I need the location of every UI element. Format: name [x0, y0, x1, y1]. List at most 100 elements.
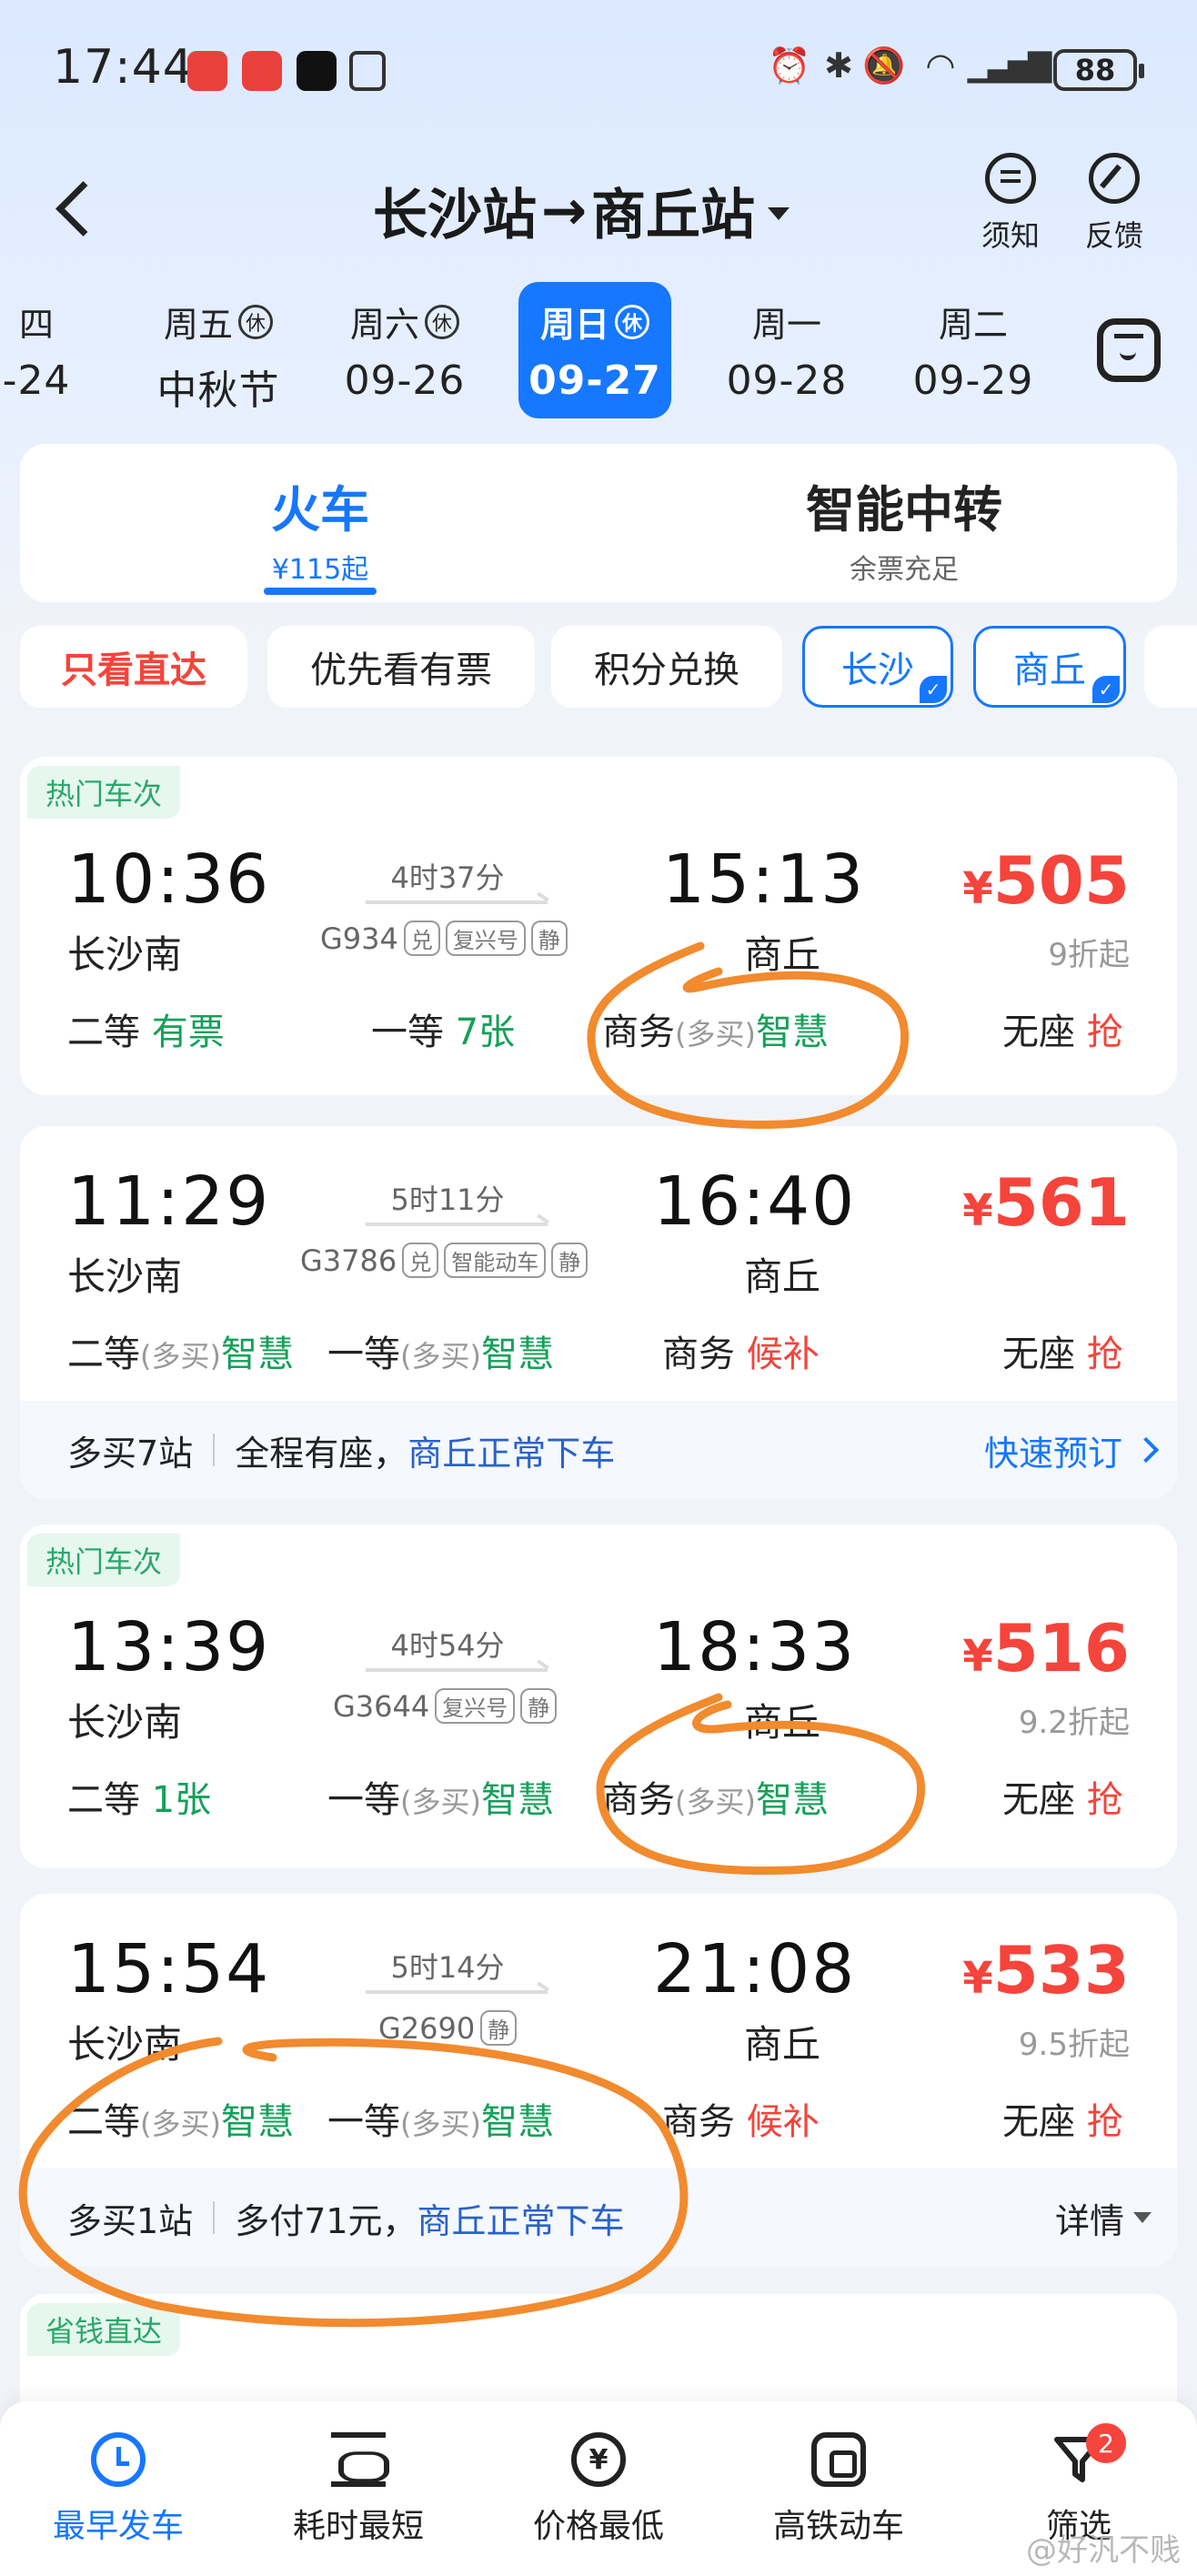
dewu-app-icon	[297, 51, 337, 91]
train-card[interactable]: 11:29 长沙南 5时11分 G3786 兑 智能动车 静 16:40 商丘 …	[20, 1126, 1177, 1499]
train-number: G2690	[378, 2010, 476, 2046]
departure-station: 长沙南	[67, 932, 183, 977]
date-label: 中秋节	[156, 367, 280, 414]
seat-first-class: 一等 7张	[371, 1011, 516, 1053]
save-money-tag: 省钱直达	[27, 2303, 181, 2356]
train-card[interactable]: 15:54 长沙南 5时14分 G2690 静 21:08 商丘 ¥533 9.…	[20, 1894, 1177, 2267]
train-number-row: G3644 复兴号 静	[333, 1688, 558, 1724]
notice-icon	[985, 153, 1036, 204]
route-selector[interactable]: 长沙站 → 商丘站	[373, 171, 790, 250]
currency-symbol: ¥	[962, 1631, 993, 1682]
trip-duration: 5时11分	[390, 1182, 505, 1217]
hot-train-tag: 热门车次	[27, 1534, 181, 1586]
duration-arrow	[366, 1990, 548, 1994]
divider	[213, 1434, 216, 1466]
weekday-label: 四	[18, 305, 54, 345]
tab-title: 火车	[271, 481, 369, 538]
price: ¥533	[902, 1932, 1130, 2008]
get-off-note: 商丘正常下车	[407, 1433, 616, 1474]
buy-more-bar[interactable]: 多买1站 多付71元， 商丘正常下车 详情	[20, 2168, 1177, 2267]
rest-day-badge: 休	[425, 304, 459, 339]
date-label: 09-27	[528, 357, 661, 404]
route-arrow: →	[540, 178, 588, 243]
date-item[interactable]: 周一 09-28	[709, 297, 864, 424]
seat-second-class: 二等 有票	[67, 1011, 225, 1053]
date-label: 09-28	[726, 357, 848, 404]
seat-first-class: 一等(多买)智慧	[327, 1779, 554, 1821]
train-card[interactable]: 热门车次 10:36 长沙南 4时37分 G934 兑 复兴号 静 15:13 …	[20, 757, 1177, 1095]
train-badge: 兑	[403, 921, 440, 956]
train-badge: 静	[480, 2010, 518, 2046]
weekday-label: 周五	[163, 305, 233, 345]
mode-tabs: 火车 ¥115起 智能中转 余票充足	[20, 444, 1177, 602]
date-label: -24	[2, 357, 71, 404]
buy-more-stops: 多买1站	[67, 2200, 194, 2241]
buy-more-note: 全程有座，	[235, 1433, 408, 1474]
chip-more[interactable]	[1144, 626, 1197, 708]
seat-first-class: 一等(多买)智慧	[327, 2101, 554, 2143]
nfc-icon	[349, 51, 386, 91]
duration-arrow	[366, 1223, 548, 1226]
details-link[interactable]: 详情	[1055, 2193, 1124, 2243]
departure-time: 10:36	[67, 840, 271, 919]
to-station: 商丘站	[591, 184, 755, 247]
chip-tickets-first[interactable]: 优先看有票	[267, 626, 535, 708]
duration-arrow	[366, 1668, 548, 1672]
trip-duration: 4时54分	[390, 1628, 505, 1663]
date-strip: 四 -24 周五休 中秋节 周六休 09-26 周日休 09-27 周一 09-…	[0, 282, 1197, 418]
chip-arrival-city[interactable]: 商丘	[973, 626, 1126, 708]
chip-points-exchange[interactable]: 积分兑换	[551, 626, 782, 708]
date-label: 09-26	[344, 357, 466, 404]
date-item[interactable]: 周六休 09-26	[327, 297, 482, 424]
notice-label: 须知	[981, 218, 1040, 253]
arrival-time: 16:40	[653, 1162, 857, 1241]
currency-symbol: ¥	[962, 863, 993, 914]
date-item-selected[interactable]: 周日休 09-27	[518, 282, 671, 418]
departure-station: 长沙南	[67, 1254, 183, 1299]
notice-button[interactable]: 须知	[970, 153, 1051, 255]
hourglass-icon	[331, 2432, 386, 2487]
back-button[interactable]	[45, 173, 100, 246]
caret-down-icon	[1133, 2212, 1152, 2223]
nav-label: 高铁动车	[772, 2508, 904, 2545]
discount: 9.2折起	[1018, 1705, 1130, 1741]
rest-day-badge: 休	[615, 304, 649, 339]
date-item[interactable]: 四 -24	[0, 297, 91, 424]
tab-train[interactable]: 火车 ¥115起	[93, 469, 548, 587]
tab-subtitle: 余票充足	[850, 554, 959, 586]
weekday-label: 周日	[539, 305, 609, 345]
buy-more-bar[interactable]: 多买7站 全程有座， 商丘正常下车 快速预订	[20, 1401, 1177, 1499]
chip-direct-only[interactable]: 只看直达	[20, 626, 247, 708]
weekday-label: 周二	[938, 305, 1008, 345]
train-badge: 静	[551, 1243, 588, 1278]
feedback-label: 反馈	[1084, 218, 1143, 253]
currency-symbol: ¥	[962, 1185, 993, 1236]
from-station: 长沙站	[373, 184, 537, 247]
tab-title: 智能中转	[806, 481, 1002, 538]
date-item[interactable]: 周五休 中秋节	[127, 297, 309, 424]
tab-smart-transfer[interactable]: 智能中转 余票充足	[677, 469, 1132, 587]
date-item[interactable]: 周二 09-29	[900, 297, 1046, 424]
divider	[213, 2201, 216, 2234]
calendar-icon[interactable]	[1097, 318, 1161, 382]
chip-departure-city[interactable]: 长沙	[802, 626, 953, 708]
caret-down-icon	[768, 206, 790, 220]
rest-day-badge: 休	[238, 304, 273, 339]
arrival-station: 商丘	[744, 1254, 821, 1299]
currency-symbol: ¥	[962, 1953, 993, 2004]
train-card[interactable]: 热门车次 13:39 长沙南 4时54分 G3644 复兴号 静 18:33 商…	[20, 1524, 1177, 1868]
quick-book-link[interactable]: 快速预订	[984, 1425, 1122, 1475]
huawei-app-icon-2	[242, 51, 282, 91]
seat-second-class: 二等 1张	[67, 1779, 212, 1821]
arrival-time: 21:08	[653, 1930, 857, 2008]
seat-business-class: 商务 候补	[662, 2101, 820, 2143]
departure-station: 长沙南	[67, 1700, 183, 1745]
nav-high-speed[interactable]: 高铁动车	[739, 2432, 939, 2547]
status-time: 17:44	[53, 40, 194, 95]
edit-icon	[1089, 153, 1140, 204]
nav-lowest-price[interactable]: ¥ 价格最低	[498, 2432, 699, 2547]
nav-shortest-time[interactable]: 耗时最短	[258, 2432, 458, 2547]
nav-earliest-departure[interactable]: 最早发车	[18, 2432, 218, 2547]
buy-more-note: 多付71元，	[235, 2200, 417, 2241]
feedback-button[interactable]: 反馈	[1073, 153, 1155, 255]
